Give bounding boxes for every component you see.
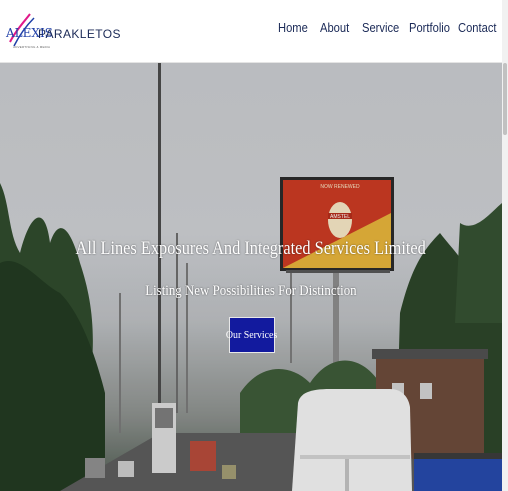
site-logo[interactable]: ALEXIS ADVERTISING & MEDIA PARAKLETOS [4, 12, 121, 54]
scrollbar-thumb[interactable] [503, 63, 507, 135]
nav-home[interactable]: Home [278, 20, 308, 35]
nav-service[interactable]: Service [362, 20, 399, 35]
page-scrollbar[interactable] [502, 0, 508, 491]
hero-subtitle: Listing New Possibilities For Distinctio… [145, 283, 357, 299]
nav-portfolio[interactable]: Portfolio [409, 20, 450, 35]
nav-about[interactable]: About [320, 20, 349, 35]
hero-section: NOW RENEWED AMSTEL All Lines Exposures A… [0, 63, 502, 491]
brand-name: PARAKLETOS [38, 27, 121, 41]
hero-overlay [0, 63, 502, 491]
page: ALEXIS ADVERTISING & MEDIA PARAKLETOS Ho… [0, 0, 508, 491]
our-services-button[interactable]: Our Services [226, 317, 278, 353]
hero-title: All Lines Exposures And Integrated Servi… [75, 238, 427, 259]
nav-contact[interactable]: Contact [458, 20, 497, 35]
logo-subtext: ADVERTISING & MEDIA [13, 45, 51, 49]
site-header: ALEXIS ADVERTISING & MEDIA PARAKLETOS Ho… [0, 0, 502, 63]
